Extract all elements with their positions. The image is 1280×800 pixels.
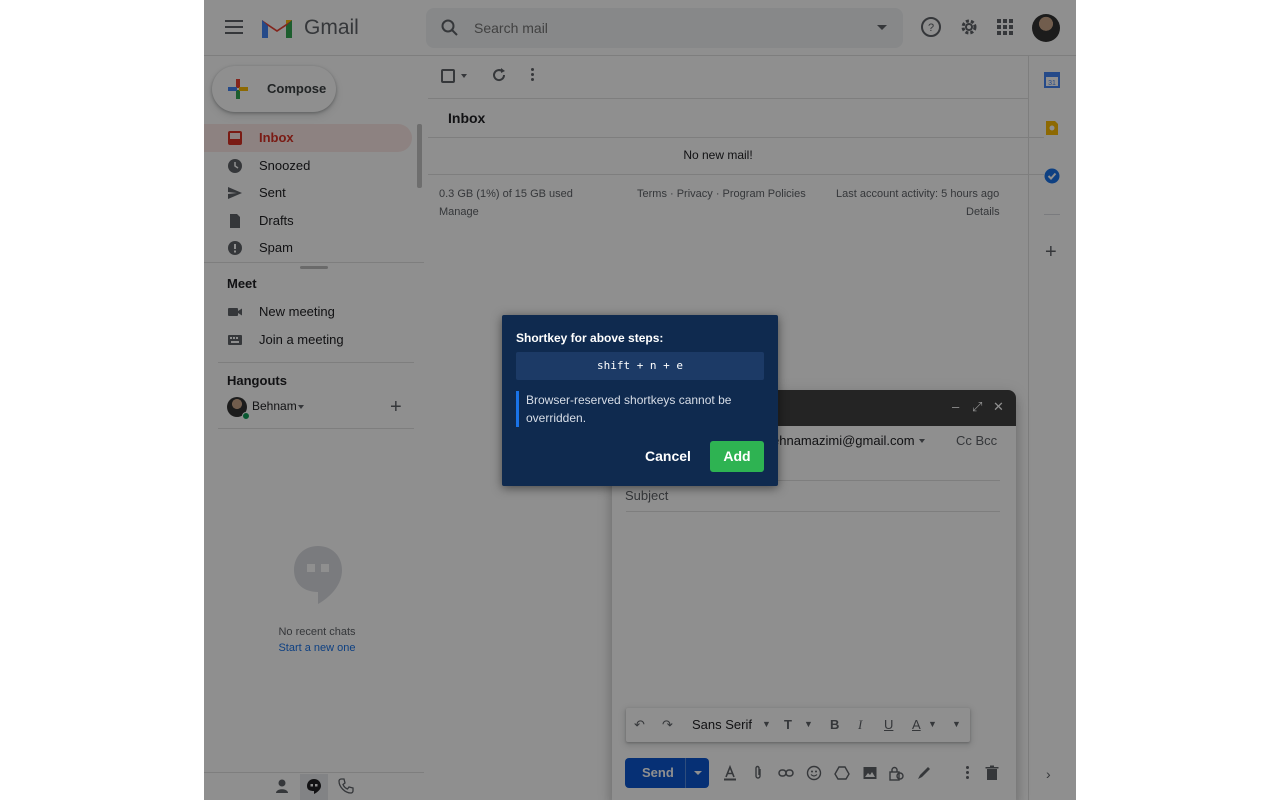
add-button[interactable]: Add — [710, 441, 764, 472]
shortcut-note: Browser-reserved shortkeys cannot be ove… — [516, 391, 764, 427]
cancel-button[interactable]: Cancel — [640, 442, 696, 470]
shortcut-key-field[interactable]: shift + n + e — [516, 352, 764, 380]
gmail-window: Gmail ? — [204, 0, 1076, 800]
shortcut-dialog: Shortkey for above steps: shift + n + e … — [502, 315, 778, 486]
dialog-title: Shortkey for above steps: — [516, 331, 664, 345]
